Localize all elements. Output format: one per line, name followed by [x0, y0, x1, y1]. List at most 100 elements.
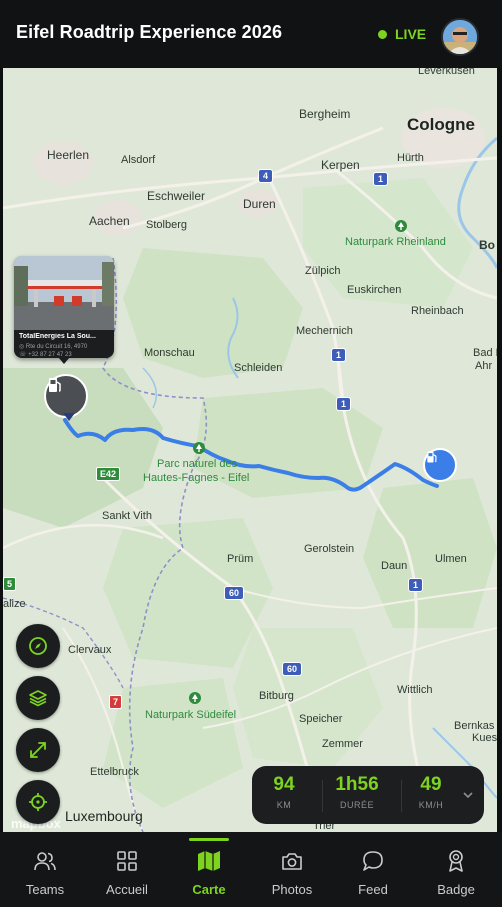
road-shield-a1-c: 1	[336, 397, 352, 411]
layers-icon	[29, 690, 47, 707]
park-marker-icon	[395, 220, 407, 232]
map-label-rheinbach: Rheinbach	[411, 305, 464, 317]
compass-button[interactable]	[16, 624, 60, 668]
map-label-aachen: Aachen	[89, 214, 130, 228]
map-label-mechernich: Mechernich	[296, 325, 353, 337]
map-label-clervaux: Clervaux	[68, 644, 112, 656]
road-shield-a1-b: 1	[331, 348, 347, 362]
poi-popup[interactable]: TotalEnergies La Sou... ◎ Rte du Circuit…	[14, 256, 114, 358]
camera-icon	[282, 853, 302, 870]
avatar[interactable]	[441, 18, 479, 56]
expand-icon	[30, 742, 46, 758]
map-label-bo: Bo	[479, 238, 495, 252]
map-label-sankt-vith: Sankt Vith	[102, 510, 152, 522]
fuel-marker-start[interactable]	[44, 374, 88, 418]
recenter-button[interactable]	[16, 780, 60, 824]
fuel-marker-pointer	[63, 413, 75, 421]
road-shield-a1-d: 1	[408, 578, 424, 592]
users-icon	[34, 852, 56, 871]
app-header: Eifel Roadtrip Experience 2026 LIVE	[0, 0, 502, 68]
map-label-zemmer: Zemmer	[322, 738, 363, 750]
map-label-naturpark-rheinland: Naturpark Rheinland	[345, 236, 446, 248]
map-label-heerlen: Heerlen	[47, 148, 90, 162]
stat-distance-value: 94	[273, 774, 295, 795]
map-label-wittlich: Wittlich	[397, 684, 433, 696]
tab-teams-label: Teams	[25, 882, 65, 897]
tab-photos[interactable]: Photos	[250, 832, 334, 907]
map-label-leverkusen: Leverkusen	[418, 68, 475, 77]
stat-distance: 94 KM	[254, 774, 314, 810]
popup-pointer	[58, 357, 70, 364]
park-marker-icon	[193, 442, 205, 454]
map-label-prum: Prüm	[227, 553, 254, 565]
map-label-hurth: Hürth	[397, 152, 424, 164]
stat-speed: 49 KM/H	[401, 774, 461, 810]
map-label-alsdorf: Alsdorf	[121, 154, 156, 166]
road-shield-a1-a: 1	[373, 172, 389, 186]
map-label-ettelbruck: Ettelbruck	[90, 766, 139, 778]
park-marker-icon	[189, 692, 201, 704]
map-label-bitburg: Bitburg	[259, 690, 294, 702]
map-label-parc-line2: Hautes-Fagnes - Eifel	[143, 472, 250, 484]
map-label-naturpark-sudeifel: Naturpark Südeifel	[145, 709, 237, 721]
road-shield-e42: E42	[96, 467, 121, 481]
road-shield-a4: 4	[258, 169, 274, 183]
tab-badge[interactable]: Badge	[414, 832, 498, 907]
stat-speed-unit: KM/H	[418, 800, 444, 810]
map-label-bergheim: Bergheim	[299, 107, 351, 121]
layers-button[interactable]	[16, 676, 60, 720]
tab-carte[interactable]: Carte	[167, 832, 251, 907]
stat-speed-value: 49	[420, 774, 442, 795]
map-base	[3, 68, 497, 832]
tab-feed[interactable]: Feed	[331, 832, 415, 907]
map-label-euskirchen: Euskirchen	[347, 284, 402, 296]
live-label: LIVE	[395, 26, 427, 42]
active-tab-indicator	[189, 838, 229, 841]
crosshair-icon	[29, 793, 47, 811]
tab-accueil-label: Accueil	[106, 882, 148, 897]
tab-teams[interactable]: Teams	[3, 832, 87, 907]
live-indicator: LIVE	[378, 26, 426, 42]
map-label-kues: Kues	[472, 732, 497, 744]
fuel-marker-end[interactable]	[423, 448, 457, 482]
stat-duration: 1h56 DURÉE	[327, 774, 387, 810]
poi-address: ◎ Rte du Circuit 16, 4970	[19, 344, 88, 350]
map-label-parc-line1: Parc naturel des	[157, 458, 238, 470]
tab-feed-label: Feed	[358, 882, 388, 897]
compass-icon	[29, 637, 47, 655]
map-label-monschau: Monschau	[144, 347, 195, 359]
poi-name: TotalEnergies La Sou...	[19, 333, 96, 340]
stat-distance-unit: KM	[276, 800, 292, 810]
tab-badge-label: Badge	[437, 882, 475, 897]
chevron-down-icon[interactable]	[462, 790, 474, 800]
map-label-eschweiler: Eschweiler	[147, 189, 206, 203]
grid-icon	[117, 851, 137, 871]
tab-accueil[interactable]: Accueil	[85, 832, 169, 907]
chat-icon	[363, 851, 383, 871]
page-title: Eifel Roadtrip Experience 2026	[16, 22, 283, 42]
map-label-gerolstein: Gerolstein	[304, 543, 355, 555]
map-icon	[198, 851, 220, 871]
map-label-speicher: Speicher	[299, 713, 343, 725]
map-label-ulmen: Ulmen	[435, 553, 467, 565]
fullscreen-button[interactable]	[16, 728, 60, 772]
map-label-stolberg: Stolberg	[146, 219, 187, 231]
stat-duration-unit: DURÉE	[339, 800, 374, 810]
map-label-ahr: Ahr	[475, 360, 493, 372]
stats-divider	[322, 780, 323, 812]
map-label-bernkas: Bernkas	[454, 720, 495, 732]
map-view[interactable]: Leverkusen Bergheim Cologne Heerlen Alsd…	[3, 68, 497, 832]
map-label-zulpich: Zülpich	[305, 265, 341, 277]
map-label-alize: alize	[3, 598, 26, 610]
bottom-nav: Teams Accueil Carte Photos Feed Badge	[0, 832, 502, 907]
poi-photo	[14, 256, 114, 330]
tab-photos-label: Photos	[271, 882, 313, 897]
badge-icon	[449, 850, 463, 872]
stat-duration-value: 1h56	[335, 774, 379, 795]
live-dot-icon	[378, 29, 387, 39]
map-label-schleiden: Schleiden	[234, 362, 283, 374]
tab-carte-label: Carte	[192, 882, 226, 897]
fuel-pump-icon	[427, 451, 437, 463]
map-label-bad-n: Bad N	[473, 347, 497, 359]
trip-stats-panel[interactable]: 94 KM 1h56 DURÉE 49 KM/H	[252, 766, 484, 824]
